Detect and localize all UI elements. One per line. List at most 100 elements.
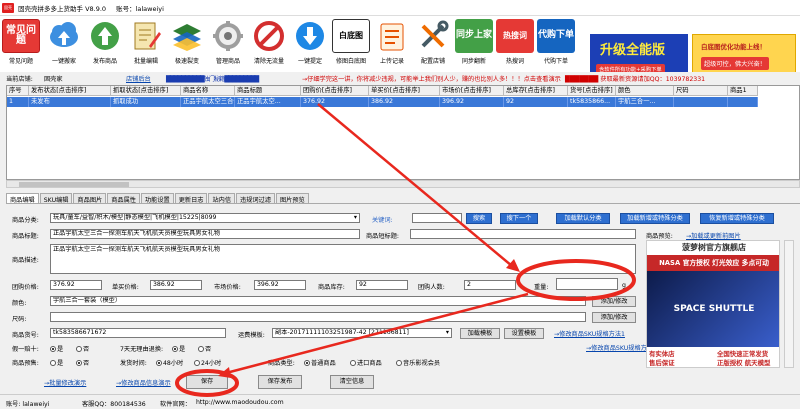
size-input[interactable]	[50, 312, 586, 322]
market-price-input[interactable]: 396.92	[254, 280, 306, 290]
col-header[interactable]: 货号[点击排序]	[568, 86, 616, 96]
freight-select[interactable]: 副本-20171111103251987-42 [271166811] ▾	[272, 328, 452, 338]
col-header[interactable]: 发布状态[点击排序]	[29, 86, 111, 96]
shop-backend-link[interactable]: 店铺后台	[126, 74, 151, 83]
col-header[interactable]: 颜色	[616, 86, 674, 96]
tab-word-filter[interactable]: 违规词过滤	[236, 193, 275, 204]
ship-24-radio[interactable]: 24小时	[194, 358, 221, 367]
tab-settings[interactable]: 功能设置	[140, 193, 174, 204]
cell: 未发布	[29, 97, 111, 107]
manage-goods-label: 管理商品	[215, 58, 240, 65]
refund-yes-radio[interactable]: 是	[172, 344, 185, 353]
one-click-move-label: 一键搬家	[51, 58, 76, 65]
desc-textarea[interactable]: 正品宇航太空三合一探测车航天飞机航天员模型玩具男女礼物	[50, 244, 636, 274]
freight-value: 副本-20171111103251987-42 [271166811]	[275, 329, 409, 336]
sku-input[interactable]: tk583586671672	[50, 328, 226, 338]
tab-image-preview[interactable]: 图片预览	[275, 193, 309, 204]
ship-48-radio[interactable]: 48小时	[156, 358, 183, 367]
col-header[interactable]: 市场价[点击排序]	[440, 86, 504, 96]
batch-edit-button[interactable]: 批量编辑	[127, 19, 165, 71]
sync-renew-button[interactable]: 同步上家 同步翻新	[455, 19, 493, 71]
manage-goods-button[interactable]: 管理商品	[209, 19, 247, 71]
presale-no-radio[interactable]: 否	[76, 358, 89, 367]
one-click-fix-label: 一键提定	[297, 58, 322, 65]
tab-changelog[interactable]: 更新日志	[174, 193, 208, 204]
type-import-radio[interactable]: 进口商品	[350, 358, 382, 367]
keyword-input[interactable]	[412, 213, 462, 223]
freight-label: 运费模板:	[238, 332, 265, 339]
sku-method1-link[interactable]: →修改商品SKU规格方法1	[554, 329, 625, 338]
purchase-order-button[interactable]: 代购下单 代购下单	[537, 19, 575, 71]
col-header[interactable]: 尺码	[674, 86, 728, 96]
preview-scrollbar[interactable]	[784, 240, 794, 368]
single-price-input[interactable]: 386.92	[150, 280, 202, 290]
market-price-label: 市场价格:	[214, 284, 241, 291]
fake-yes-radio[interactable]: 是	[50, 344, 63, 353]
col-header[interactable]: 总库存[点击排序]	[504, 86, 568, 96]
load-preview-link[interactable]: →加载或更新前图片	[686, 231, 741, 240]
search-button[interactable]: 搜索	[466, 213, 492, 224]
tab-goods-attrs[interactable]: 商品属性	[107, 193, 140, 204]
tab-goods-edit[interactable]: 商品编辑	[6, 193, 39, 204]
load-new-category-button[interactable]: 加载新增或特殊分类	[620, 213, 690, 224]
search-next-button[interactable]: 搜下一个	[500, 213, 538, 224]
restore-category-button[interactable]: 恢复新增或特殊分类	[700, 213, 774, 224]
tab-sku-edit[interactable]: SKU编辑	[39, 193, 73, 204]
group-price-input[interactable]: 376.92	[50, 280, 102, 290]
save-button[interactable]: 保存	[186, 375, 228, 389]
col-header[interactable]: 商品名称	[181, 86, 235, 96]
col-header[interactable]: 商品标题	[235, 86, 301, 96]
notice-text[interactable]: →仔细学完这一讲，你将减少违规，可能举上我们别人少，赚的也比别人多！！！点击查看…	[302, 74, 561, 83]
set-template-button[interactable]: 设置模板	[504, 328, 544, 339]
config-shop-button[interactable]: 配置店铺	[414, 19, 452, 71]
col-header[interactable]: 单买价[点击排序]	[369, 86, 440, 96]
col-header[interactable]: 序号	[7, 86, 29, 96]
one-click-fix-button[interactable]: 一键提定	[291, 19, 329, 71]
title-input[interactable]: 正品宇航太空三合一探测车航天飞机航天员模型玩具男女礼物	[50, 229, 360, 239]
refund-no-label: 否	[205, 346, 212, 353]
col-header[interactable]: 抓取状态[点击排序]	[111, 86, 181, 96]
publish-goods-button[interactable]: 发布商品	[86, 19, 124, 71]
goods-type-label: 商品类型:	[268, 360, 295, 367]
tab-messages[interactable]: 站内信	[208, 193, 236, 204]
type-music-radio[interactable]: 音乐影视会员	[396, 358, 440, 367]
config-shop-label: 配置店铺	[420, 58, 445, 65]
modify-demo-link[interactable]: →修改商品信息演示	[116, 378, 171, 387]
hot-search-button[interactable]: 热搜词 热搜词	[496, 19, 534, 71]
clear-info-button[interactable]: 清空信息	[330, 375, 374, 389]
type-normal-radio[interactable]: 普通商品	[304, 358, 336, 367]
stock-input[interactable]: 92	[356, 280, 408, 290]
fast-fission-button[interactable]: 极速裂变	[168, 19, 206, 71]
status-site[interactable]: http://www.maodoudou.com	[196, 399, 284, 406]
col-header[interactable]: 商品1	[728, 86, 758, 96]
ad-slogan: NASA 官方授权 灯光效应 多点可动	[647, 255, 779, 271]
group-count-input[interactable]: 2	[464, 280, 516, 290]
short-title-input[interactable]	[410, 229, 636, 239]
table-row[interactable]: 1 未发布 抓取成功 正品宇航太空三合一 正品宇航太空... 376.92 38…	[7, 97, 758, 107]
one-click-move-button[interactable]: 一键搬家	[45, 19, 83, 71]
color-input[interactable]: 宇航三合一套装（模型）	[50, 296, 586, 306]
scroll-thumb[interactable]	[19, 182, 129, 187]
tab-goods-images[interactable]: 商品图片	[73, 193, 107, 204]
clear-no-traffic-button[interactable]: 清除无流量	[250, 19, 288, 71]
status-bar: 账号: lalaweiyi 客服QQ：800184536 软件官网： http:…	[0, 394, 800, 409]
upload-record-button[interactable]: 上传记录	[373, 19, 411, 71]
weight-input[interactable]	[556, 278, 618, 290]
presale-yes-radio[interactable]: 是	[50, 358, 63, 367]
save-publish-button[interactable]: 保存发布	[258, 375, 302, 389]
table-scrollbar[interactable]	[6, 180, 800, 188]
refund-no-radio[interactable]: 否	[198, 344, 211, 353]
category-select[interactable]: 玩具/童车/益智/积木/模型|静态模型|飞机模型|15225|8099 ▾	[50, 213, 360, 223]
col-header[interactable]: 团购价[点击排序]	[301, 86, 369, 96]
fake-no-radio[interactable]: 否	[76, 344, 89, 353]
radio-icon	[396, 360, 402, 366]
white-bg-button[interactable]: 白底图 修图白底图	[332, 19, 370, 71]
size-edit-button[interactable]: 添加/修改	[592, 312, 636, 323]
batch-demo-link[interactable]: →批量修改演示	[44, 378, 86, 387]
color-edit-button[interactable]: 添加/修改	[592, 296, 636, 307]
load-template-button[interactable]: 加载模板	[460, 328, 500, 339]
load-default-category-button[interactable]: 加载默认分类	[556, 213, 610, 224]
faq-button[interactable]: 常见问题 常见问题	[2, 19, 40, 71]
status-account: 账号: lalaweiyi	[6, 401, 50, 408]
ad-panel[interactable]: 菠萝树官方旗舰店 NASA 官方授权 灯光效应 多点可动 SPACE SHUTT…	[646, 240, 780, 368]
